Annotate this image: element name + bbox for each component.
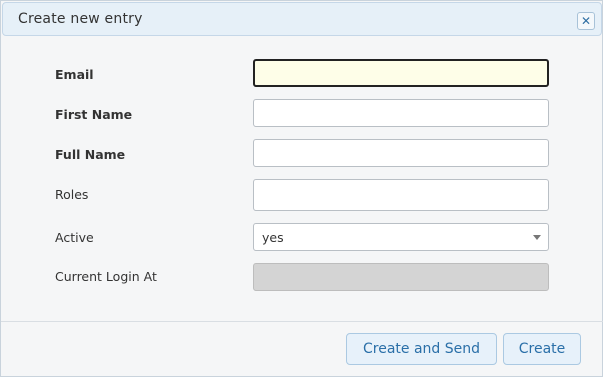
footer-divider [1, 321, 603, 322]
form-row-active: Active yes [1, 223, 603, 255]
form-row-full-name: Full Name [1, 139, 603, 171]
first-name-label: First Name [55, 107, 133, 122]
roles-label: Roles [55, 187, 89, 202]
form-row-current-login-at: Current Login At [1, 263, 603, 295]
roles-field[interactable] [253, 179, 549, 211]
dialog-titlebar: Create new entry ✕ [2, 2, 602, 36]
form-row-first-name: First Name [1, 99, 603, 131]
close-icon[interactable]: ✕ [577, 12, 595, 30]
active-label: Active [55, 230, 94, 245]
first-name-field[interactable] [253, 99, 549, 127]
email-label: Email [55, 67, 94, 82]
active-select-value: yes [262, 230, 284, 245]
full-name-label: Full Name [55, 147, 126, 162]
form-row-roles: Roles [1, 179, 603, 211]
dialog-title: Create new entry [18, 11, 143, 27]
create-entry-dialog: Create new entry ✕ Email First Name Full… [0, 0, 603, 377]
create-button[interactable]: Create [503, 333, 581, 365]
form-row-email: Email [1, 59, 603, 91]
full-name-field[interactable] [253, 139, 549, 167]
current-login-at-field [253, 263, 549, 291]
current-login-at-label: Current Login At [55, 269, 157, 284]
chevron-down-icon [533, 235, 541, 240]
active-select[interactable]: yes [253, 223, 549, 251]
email-field[interactable] [253, 59, 549, 87]
create-and-send-button[interactable]: Create and Send [346, 333, 497, 365]
